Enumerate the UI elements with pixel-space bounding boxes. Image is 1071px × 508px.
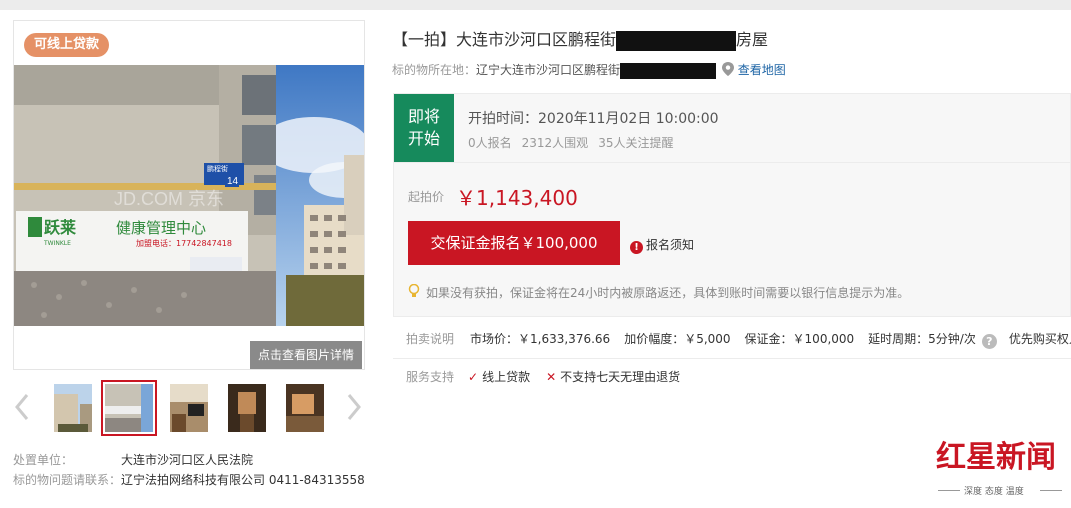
redacted-block — [620, 62, 717, 79]
chevron-right-icon[interactable] — [345, 392, 363, 422]
top-bar — [0, 0, 1071, 10]
service-online-loan: ✓ 线上贷款 — [468, 370, 531, 384]
follow-count: 35人关注提醒 — [598, 136, 674, 150]
redacted-block — [616, 30, 737, 51]
thumbnail[interactable] — [286, 384, 324, 432]
check-icon: ✓ — [468, 370, 479, 384]
image-gallery: 可线上贷款 JD.COM 京东 跃莱 TWINKLE 健康管理中心 加盟电话：1… — [13, 20, 365, 370]
street-sign: 鹏程街 — [207, 164, 228, 173]
help-icon[interactable]: ? — [981, 334, 997, 349]
title-suffix: 房屋 — [736, 30, 769, 49]
view-count: 2312人围观 — [521, 136, 589, 150]
view-photo-details-button[interactable]: 点击查看图片详情 — [249, 341, 362, 369]
thumbnail-strip — [13, 380, 365, 436]
view-map-link[interactable]: 查看地图 — [738, 63, 786, 77]
location-label: 标的物所在地： — [392, 63, 477, 77]
service-support: 服务支持 ✓ 线上贷款 ✕ 不支持七天无理由退货 — [406, 368, 696, 386]
info-row-contact: 标的物问题请联系：辽宁法拍网络科技有限公司 0411-84313558 — [13, 470, 365, 490]
deposit-amount: 保证金：￥100,000 — [744, 332, 855, 346]
status-line-1: 即将 — [407, 107, 440, 126]
divider — [394, 162, 1070, 163]
shop-sign-sub: TWINKLE — [43, 240, 71, 247]
refund-tip: 如果没有获拍，保证金将在24小时内被原路返还，具体到账时间需要以银行信息提示为准… — [408, 283, 910, 301]
location-line: 标的物所在地：辽宁大连市沙河口区鹏程街 查看地图 — [392, 61, 786, 79]
delay-period: 延时周期：5分钟/次 — [868, 332, 976, 346]
bid-increment: 加价幅度：￥5,000 — [624, 332, 731, 346]
main-photo[interactable]: JD.COM 京东 跃莱 TWINKLE 健康管理中心 加盟电话：1774284… — [14, 65, 364, 326]
auction-label: 拍卖说明 — [406, 332, 455, 346]
logo-title: 红星新闻 — [936, 440, 1056, 475]
deposit-register-button[interactable]: 交保证金报名￥100,000 — [408, 221, 620, 265]
thumbnail[interactable] — [54, 384, 92, 432]
logo-line — [938, 490, 960, 491]
photo-watermark: JD.COM 京东 — [114, 189, 224, 209]
market-price: 市场价：￥1,633,376.66 — [470, 332, 611, 346]
priority-buyer: 优先购买权人 — [1008, 332, 1071, 346]
org-info: 处置单位： 大连市沙河口区人民法院 标的物问题请联系：辽宁法拍网络科技有限公司 0… — [13, 450, 365, 490]
starting-price: 起拍价 ￥1,143,400 — [408, 182, 578, 211]
price-value: ￥1,143,400 — [456, 186, 578, 210]
shop-sign-name: 健康管理中心 — [116, 219, 206, 237]
thumbnail[interactable] — [170, 384, 208, 432]
contact-info: 辽宁法拍网络科技有限公司 0411-84313558 — [121, 473, 365, 487]
price-label: 起拍价 — [408, 190, 445, 204]
status-line-2: 开始 — [407, 129, 440, 148]
notice-label: 报名须知 — [646, 238, 695, 252]
shop-sign-brand: 跃莱 — [44, 218, 76, 237]
warning-icon: ! — [630, 241, 643, 254]
red-star-news-logo: 红星新闻 深度 态度 温度 — [936, 440, 1062, 500]
logo-subtitle: 深度 态度 温度 — [964, 487, 1024, 497]
auction-stats: 0人报名 2312人围观 35人关注提醒 — [468, 134, 683, 151]
online-loan-badge: 可线上贷款 — [24, 33, 110, 57]
status-badge: 即将 开始 — [394, 94, 454, 162]
chevron-left-icon[interactable] — [13, 392, 31, 422]
title-prefix: 【一拍】大连市沙河口区鹏程街 — [392, 30, 617, 49]
start-time: 开拍时间：2020年11月02日 10:00:00 — [468, 111, 719, 127]
lightbulb-icon — [408, 283, 420, 297]
auction-panel: 即将 开始 开拍时间：2020年11月02日 10:00:00 0人报名 2312… — [393, 93, 1071, 317]
tip-text: 如果没有获拍，保证金将在24小时内被原路返还，具体到账时间需要以银行信息提示为准… — [426, 286, 910, 300]
location-address: 辽宁大连市沙河口区鹏程街 — [476, 63, 621, 77]
street-sign-no: 14 — [227, 176, 239, 187]
logo-line — [1040, 490, 1062, 491]
cross-icon: ✕ — [546, 370, 557, 384]
registration-notice-link[interactable]: ! 报名须知 — [630, 237, 694, 254]
auction-details: 拍卖说明 市场价：￥1,633,376.66 加价幅度：￥5,000 保证金：￥100… — [406, 330, 1071, 349]
thumbnail[interactable] — [228, 384, 266, 432]
shop-sign-phone: 加盟电话：17742847418 — [136, 238, 232, 248]
thumbnail-active[interactable] — [101, 380, 157, 436]
building-photo: JD.COM 京东 跃莱 TWINKLE 健康管理中心 加盟电话：1774284… — [14, 65, 364, 326]
location-pin-icon — [721, 62, 734, 76]
divider — [393, 358, 1071, 359]
info-label: 标的物问题请联系： — [13, 473, 122, 487]
info-label: 处置单位： — [13, 453, 74, 467]
signup-count: 0人报名 — [468, 136, 512, 150]
service-label: 服务支持 — [406, 370, 455, 384]
service-no-return: ✕ 不支持七天无理由退货 — [546, 370, 681, 384]
listing-title: 【一拍】大连市沙河口区鹏程街 房屋 — [392, 29, 768, 51]
info-row-court: 处置单位： 大连市沙河口区人民法院 — [13, 450, 365, 470]
court-name: 大连市沙河口区人民法院 — [121, 453, 254, 467]
